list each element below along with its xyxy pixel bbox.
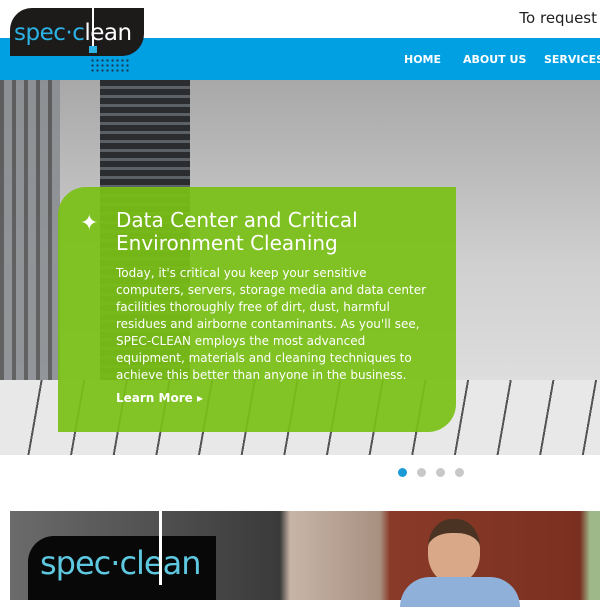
hero-slider: ✦ Data Center and Critical Environment C… [0,80,600,455]
nav-about-us[interactable]: ABOUT US [463,53,526,66]
nav-home[interactable]: HOME [404,53,441,66]
nav-services[interactable]: SERVICES [544,53,600,66]
hero-title: Data Center and Critical Environment Cle… [116,208,358,255]
video-logo-text: spec·clean [40,544,201,582]
presenter-image [400,519,520,607]
request-text[interactable]: To request [519,9,597,27]
video-logo: spec·clean [28,511,216,600]
carousel-dots [398,468,464,477]
carousel-dot-4[interactable] [455,468,464,477]
swab-tip-icon [89,46,97,53]
logo[interactable]: spec·clean [10,8,144,56]
hero-body: Today, it's critical you keep your sensi… [116,266,427,382]
video-thumbnail[interactable]: spec·clean [10,511,600,607]
dust-particles-icon [90,58,130,74]
sparkle-icon: ✦ [80,211,99,236]
carousel-dot-3[interactable] [436,468,445,477]
learn-more-link[interactable]: Learn More ▸ [116,391,203,405]
swab-stick-icon [92,8,94,48]
swab-stick-icon [159,511,162,585]
hero-panel: ✦ Data Center and Critical Environment C… [58,187,456,432]
carousel-dot-1[interactable] [398,468,407,477]
carousel-dot-2[interactable] [417,468,426,477]
logo-text: spec·clean [14,20,132,46]
